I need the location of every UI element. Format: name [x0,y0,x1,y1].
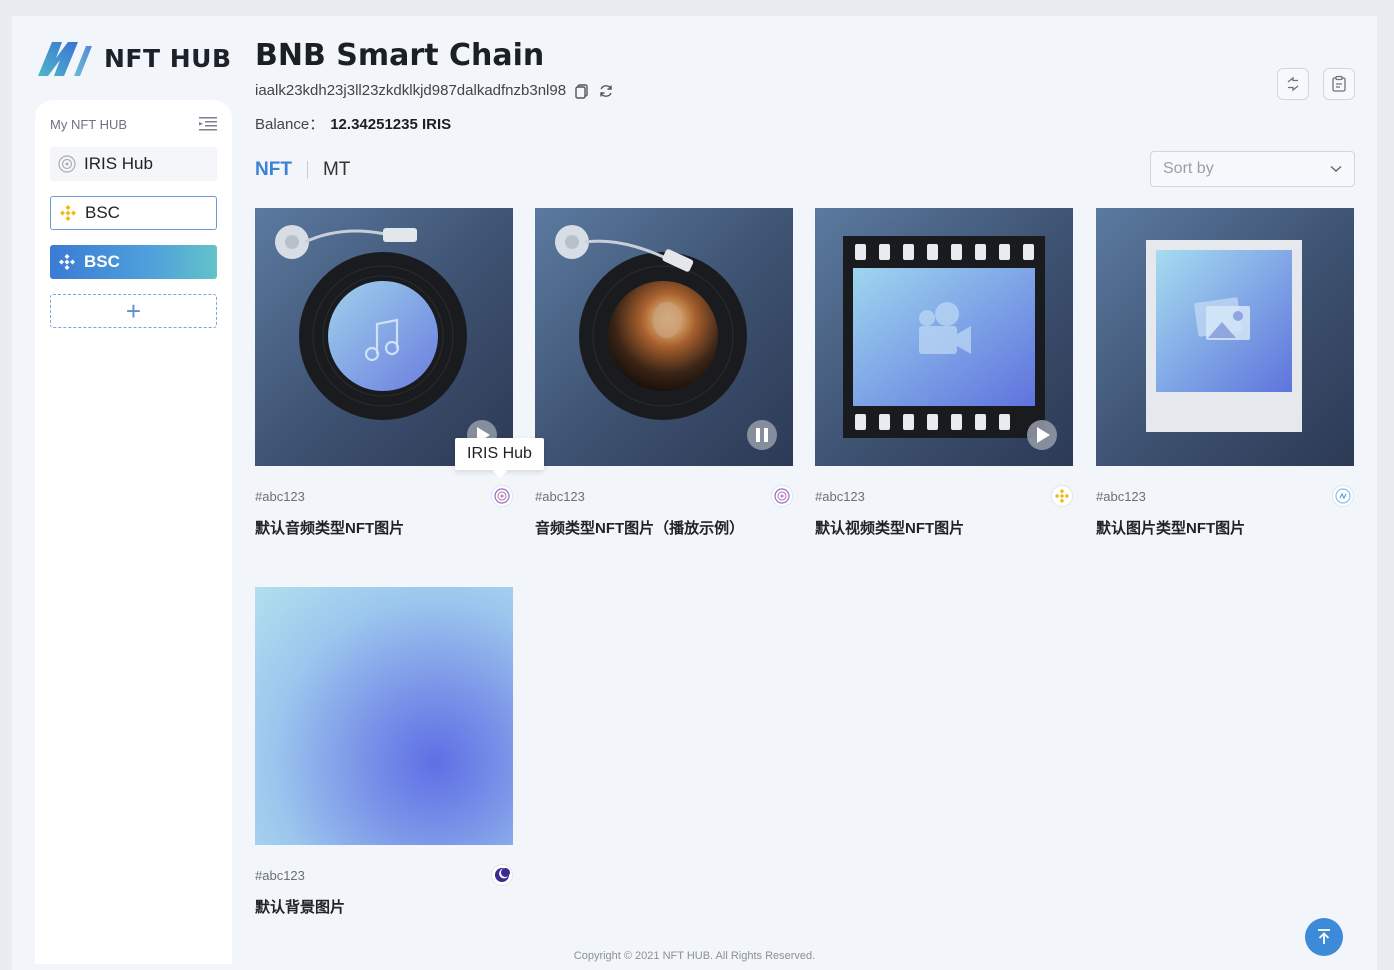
tab-divider [306,161,308,179]
sort-placeholder: Sort by [1163,160,1214,177]
card-meta: #abc123 [1096,485,1354,507]
collapse-menu-icon[interactable] [199,116,217,132]
iris-icon [58,155,76,173]
film-strip-image [843,236,1057,450]
iris-icon [494,488,510,504]
sidebar-title: My NFT HUB [50,116,128,132]
nft-thumbnail[interactable] [255,587,513,845]
tab-nft[interactable]: NFT [255,159,292,181]
bsc-icon [1054,488,1070,504]
sidebar-item-label: BSC [84,252,120,271]
vinyl-record-image [555,225,777,450]
clipboard-icon [1332,75,1346,92]
sidebar: My NFT HUB IRIS Hub BSC BSC + [35,100,232,964]
app-window: NFT HUB My NFT HUB IRIS Hub BSC BSC + BN… [12,16,1377,970]
nft-id: #abc123 [255,867,305,883]
nft-name: 默认音频类型NFT图片 [255,520,405,537]
photo-frame-image [1146,240,1302,432]
wallet-address: iaalk23kdh23j3ll23zkdklkjd987dalkadfnzb3… [255,82,567,99]
clipboard-button[interactable] [1323,68,1355,100]
card-meta: #abc123 [255,485,513,507]
sidebar-item-iris-hub[interactable]: IRIS Hub [50,147,217,181]
sort-dropdown[interactable]: Sort by [1150,151,1355,187]
nft-card[interactable]: #abc123 默认背景图片 [255,587,513,917]
sidebar-item-label: BSC [85,203,120,222]
moon-icon [495,868,510,882]
nft-hub-logo-icon [38,42,92,76]
top-actions [1277,68,1355,100]
asset-tabs: NFT MT [255,159,350,181]
arrow-up-icon [1318,929,1330,944]
sidebar-header: My NFT HUB [50,114,217,134]
plus-icon: + [125,295,142,326]
nft-card[interactable]: #abc123 音频类型NFT图片（播放示例） [535,208,793,538]
chain-badge[interactable] [1051,485,1073,507]
sidebar-item-bsc[interactable]: BSC [50,196,217,230]
transfer-icon [1287,76,1299,92]
card-meta: #abc123 [535,485,793,507]
vinyl-record-image [275,225,497,450]
nft-id: #abc123 [815,488,865,504]
nft-thumbnail[interactable] [1096,208,1354,466]
balance-label: Balance： [255,116,325,133]
nft-id: #abc123 [1096,488,1146,504]
chain-tooltip: IRIS Hub [455,438,544,470]
card-meta: #abc123 [815,485,1073,507]
balance-row: Balance： 12.34251235 IRIS [255,113,451,134]
chain-badge[interactable] [491,485,513,507]
wallet-address-row: iaalk23kdh23j3ll23zkdklkjd987dalkadfnzb3… [255,82,614,99]
brand-name: NFT HUB [104,43,232,73]
nft-name: 默认视频类型NFT图片 [815,520,965,537]
iris-icon [774,488,790,504]
brand-logo[interactable]: NFT HUB [34,38,232,78]
nft-card[interactable]: #abc123 默认图片类型NFT图片 [1096,208,1354,538]
chain-badge[interactable] [1332,485,1354,507]
nft-id: #abc123 [255,488,305,504]
back-to-top-button[interactable] [1305,918,1343,956]
add-chain-button[interactable]: + [50,294,217,328]
bsc-icon [60,205,76,221]
nft-id: #abc123 [535,488,585,504]
nft-thumbnail[interactable] [815,208,1073,466]
chain-badge[interactable] [491,864,513,886]
balance-value: 12.34251235 IRIS [330,116,452,133]
nft-card[interactable]: #abc123 默认音频类型NFT图片 [255,208,513,538]
sidebar-item-label: IRIS Hub [84,154,153,173]
nft-thumbnail[interactable] [535,208,793,466]
transfer-button[interactable] [1277,68,1309,100]
chevron-down-icon [1330,165,1342,172]
copy-icon[interactable] [574,83,590,99]
nft-name: 音频类型NFT图片（播放示例） [535,520,745,537]
sidebar-item-bsc-selected[interactable]: BSC [50,245,217,279]
tab-mt[interactable]: MT [323,159,350,181]
page-title: BNB Smart Chain [255,38,545,73]
nft-card[interactable]: #abc123 默认视频类型NFT图片 [815,208,1073,538]
nft-thumbnail[interactable] [255,208,513,466]
footer-copyright: Copyright © 2021 NFT HUB. All Rights Res… [573,950,816,962]
chain-badge[interactable] [771,485,793,507]
nft-name: 默认图片类型NFT图片 [1096,520,1246,537]
refresh-icon[interactable] [598,83,614,99]
card-meta: #abc123 [255,864,513,886]
bsc-icon [59,254,75,270]
link-icon [1335,488,1351,504]
nft-name: 默认背景图片 [255,899,346,916]
